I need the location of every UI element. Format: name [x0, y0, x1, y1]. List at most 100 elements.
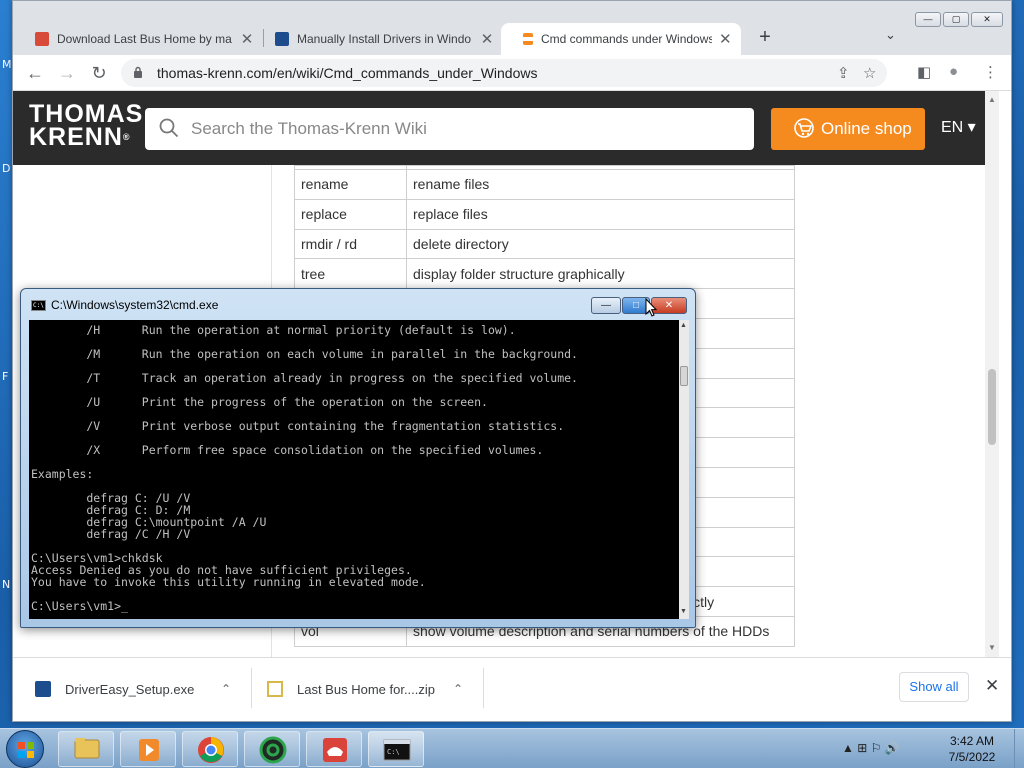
- drivereasy-favicon-icon: [275, 32, 289, 46]
- clock-time: 3:42 AM: [949, 734, 995, 748]
- close-tab-icon[interactable]: ✕: [479, 30, 495, 48]
- scroll-down-arrow-icon[interactable]: ▼: [988, 643, 996, 652]
- side-panel-icon[interactable]: ◧: [917, 63, 931, 81]
- scroll-up-arrow-icon[interactable]: ▲: [988, 95, 996, 104]
- description-cell: display folder structure graphically: [406, 258, 795, 290]
- media-player-icon: [139, 739, 159, 761]
- tab-manually-install-drivers[interactable]: Manually Install Drivers in Windo ✕: [253, 23, 503, 55]
- new-tab-button[interactable]: +: [753, 25, 777, 49]
- bookmark-star-icon[interactable]: ☆: [863, 64, 876, 82]
- tab-strip: Download Last Bus Home by ma ✕ Manually …: [13, 1, 1011, 55]
- show-desktop-button[interactable]: [1014, 729, 1024, 768]
- scrollbar-thumb[interactable]: [988, 369, 996, 445]
- cmd-line: /T Track an operation already in progres…: [31, 371, 578, 385]
- clock-date: 7/5/2022: [948, 750, 996, 764]
- minimize-button[interactable]: —: [915, 12, 941, 27]
- chevron-up-icon[interactable]: ⌃: [221, 682, 231, 696]
- cmd-line: C:\Users\vm1>_: [31, 599, 128, 613]
- online-shop-label: Online shop: [821, 119, 912, 138]
- command-cell: tree: [294, 258, 407, 290]
- close-download-bar-icon[interactable]: ✕: [985, 676, 999, 696]
- cmd-icon: C:\: [383, 739, 411, 761]
- system-tray[interactable]: ▲ ⊞ ⚐ 🔊: [842, 741, 900, 755]
- cmd-console[interactable]: /H Run the operation at normal priority …: [29, 320, 679, 619]
- scroll-down-arrow-icon[interactable]: ▼: [680, 608, 687, 615]
- url-text[interactable]: thomas-krenn.com/en/wiki/Cmd_commands_un…: [157, 65, 538, 81]
- download-item[interactable]: Last Bus Home for....zip ⌃: [267, 674, 477, 704]
- description-cell: rename files: [406, 169, 795, 200]
- share-icon[interactable]: ⇪: [837, 64, 850, 82]
- cmd-line: defrag /C /H /V: [31, 527, 191, 541]
- divider: [251, 668, 252, 708]
- red-app-icon: [35, 32, 49, 46]
- taskbar-green-app[interactable]: [244, 731, 300, 767]
- tab-last-bus-home[interactable]: Download Last Bus Home by ma ✕: [13, 23, 267, 55]
- table-row: rmdir / rd delete directory: [294, 228, 795, 260]
- installer-file-icon: [35, 681, 51, 697]
- close-window-button[interactable]: ✕: [971, 12, 1003, 27]
- site-header: THOMAS KRENN® Search the Thomas-Krenn Wi…: [13, 91, 999, 165]
- cmd-line: /V Print verbose output containing the f…: [31, 419, 565, 433]
- menu-kebab-icon[interactable]: ⋮: [983, 63, 998, 81]
- show-all-button[interactable]: Show all: [899, 672, 969, 702]
- description-cell: replace files: [406, 198, 795, 230]
- cmd-window[interactable]: C:\ C:\Windows\system32\cmd.exe — □ ✕ /H…: [20, 288, 696, 628]
- cmd-line: /M Run the operation on each volume in p…: [31, 347, 578, 361]
- command-cell: rename: [294, 169, 407, 200]
- zip-file-icon: [267, 681, 283, 697]
- start-button[interactable]: [6, 730, 44, 768]
- tab-search-icon[interactable]: ⌄: [885, 27, 896, 43]
- divider: [483, 668, 484, 708]
- scroll-up-arrow-icon[interactable]: ▲: [680, 322, 687, 329]
- cmd-minimize-button[interactable]: —: [591, 297, 621, 314]
- taskbar: C:\ ▲ ⊞ ⚐ 🔊 3:42 AM 7/5/2022: [0, 728, 1024, 768]
- back-button[interactable]: ←: [23, 61, 47, 85]
- lock-icon: [134, 66, 142, 78]
- cmd-scrollbar[interactable]: ▲ ▼: [679, 320, 689, 619]
- wiki-search-box[interactable]: Search the Thomas-Krenn Wiki: [145, 108, 754, 150]
- download-bar: DriverEasy_Setup.exe ⌃ Last Bus Home for…: [13, 657, 1011, 721]
- download-item[interactable]: DriverEasy_Setup.exe ⌃: [35, 674, 245, 704]
- logo-trademark: ®: [122, 132, 131, 142]
- thomas-krenn-logo[interactable]: THOMAS KRENN®: [29, 102, 143, 150]
- chevron-up-icon[interactable]: ⌃: [453, 682, 463, 696]
- shopping-cart-icon: [794, 118, 814, 138]
- cmd-scrollbar-thumb[interactable]: [680, 366, 688, 386]
- mouse-pointer-icon: [645, 298, 657, 317]
- download-filename: DriverEasy_Setup.exe: [65, 681, 195, 697]
- reload-button[interactable]: ↻: [87, 61, 111, 85]
- clock[interactable]: 3:42 AM 7/5/2022: [940, 733, 1004, 765]
- cmd-line: /U Print the progress of the operation o…: [31, 395, 488, 409]
- cmd-line: Examples:: [31, 467, 94, 481]
- language-selector[interactable]: EN ▾: [941, 117, 976, 137]
- windows-logo-icon: [18, 742, 34, 758]
- page-scrollbar[interactable]: ▲ ▼: [985, 91, 999, 657]
- folder-icon: [74, 738, 100, 759]
- command-cell: rmdir / rd: [294, 228, 407, 260]
- taskbar-media-player[interactable]: [120, 731, 176, 767]
- taskbar-cmd[interactable]: C:\: [368, 731, 424, 767]
- green-circle-icon: [259, 736, 287, 764]
- address-bar[interactable]: thomas-krenn.com/en/wiki/Cmd_commands_un…: [121, 59, 887, 87]
- table-row: rename rename files: [294, 169, 795, 200]
- desktop-icon-label: M: [2, 58, 12, 71]
- close-tab-icon[interactable]: ✕: [718, 30, 734, 48]
- cmd-window-title: C:\Windows\system32\cmd.exe: [51, 298, 219, 312]
- command-cell: replace: [294, 198, 407, 230]
- forward-button[interactable]: →: [55, 61, 79, 85]
- cmd-output-text: /H Run the operation at normal priority …: [31, 324, 578, 612]
- table-row: tree display folder structure graphically: [294, 258, 795, 290]
- maximize-button[interactable]: ▢: [943, 12, 969, 27]
- taskbar-chrome[interactable]: [182, 731, 238, 767]
- tab-title: Cmd commands under Windows: [541, 32, 712, 46]
- download-filename: Last Bus Home for....zip: [297, 681, 436, 697]
- taskbar-game[interactable]: [306, 731, 362, 767]
- profile-avatar-icon[interactable]: ●: [949, 63, 958, 80]
- gamepad-icon: [323, 738, 347, 762]
- tab-cmd-commands[interactable]: Cmd commands under Windows ✕: [501, 23, 741, 55]
- chrome-icon: [198, 737, 224, 763]
- taskbar-explorer[interactable]: [58, 731, 114, 767]
- cmd-line: /X Perform free space consolidation on t…: [31, 443, 544, 457]
- online-shop-button[interactable]: Online shop: [771, 108, 925, 150]
- svg-text:C:\: C:\: [387, 748, 400, 756]
